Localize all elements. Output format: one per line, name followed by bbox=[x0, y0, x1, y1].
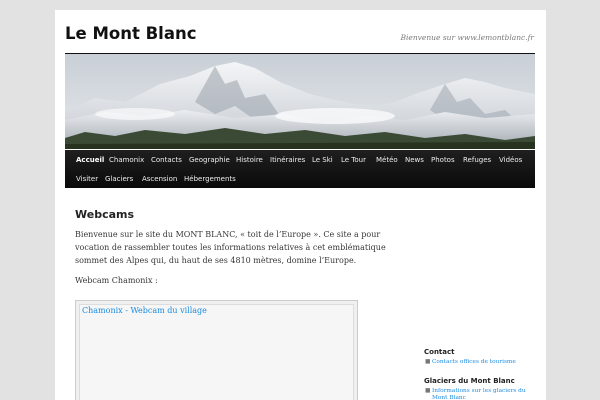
nav-item-histoire[interactable]: Histoire bbox=[236, 156, 263, 165]
widget-glaciers: Glaciers du Mont Blanc ■ Informations sur… bbox=[424, 377, 539, 400]
widget-title-glaciers: Glaciers du Mont Blanc bbox=[424, 377, 515, 385]
nav-item-glaciers[interactable]: Glaciers bbox=[105, 175, 133, 184]
nav-item-ascension[interactable]: Ascension bbox=[142, 175, 177, 184]
widget-title-contact: Contact bbox=[424, 348, 455, 356]
nav-item-photos[interactable]: Photos bbox=[431, 156, 455, 165]
nav-item-chamonix[interactable]: Chamonix bbox=[109, 156, 144, 165]
widget-link-label[interactable]: Contacts offices de tourisme bbox=[432, 359, 516, 365]
bullet-icon: ■ bbox=[425, 359, 431, 365]
nav-item-videos[interactable]: Vidéos bbox=[499, 156, 522, 165]
nav-item-news[interactable]: News bbox=[405, 156, 424, 165]
nav-item-le-tour[interactable]: Le Tour bbox=[341, 156, 366, 165]
header-banner-image bbox=[65, 53, 535, 149]
widget-contact: Contact ■ Contacts offices de tourisme bbox=[424, 348, 539, 366]
nav-item-visiter[interactable]: Visiter bbox=[76, 175, 98, 184]
site-description: Bienvenue sur www.lemontblanc.fr bbox=[400, 33, 535, 42]
widget-link-label[interactable]: Informations sur les glaciers du Mont Bl… bbox=[432, 388, 526, 400]
intro-paragraph: Bienvenue sur le site du MONT BLANC, « t… bbox=[75, 230, 386, 265]
webcam-embed-frame: Chamonix - Webcam du village bbox=[75, 300, 358, 400]
site-title[interactable]: Le Mont Blanc bbox=[65, 24, 196, 43]
nav-item-contacts[interactable]: Contacts bbox=[151, 156, 182, 165]
bullet-icon: ■ bbox=[425, 388, 431, 394]
page-container: Le Mont Blanc Bienvenue sur www.lemontbl… bbox=[55, 10, 546, 400]
webcam-label: Webcam Chamonix : bbox=[75, 276, 158, 285]
main-content: Webcams Bienvenue sur le site du MONT BL… bbox=[75, 208, 395, 400]
nav-item-refuges[interactable]: Refuges bbox=[463, 156, 491, 165]
page-title: Webcams bbox=[75, 208, 135, 221]
nav-item-geographie[interactable]: Geographie bbox=[189, 156, 230, 165]
nav-item-hebergements[interactable]: Hébergements bbox=[184, 175, 236, 184]
nav-item-itineraires[interactable]: Itinéraires bbox=[270, 156, 305, 165]
nav-item-le-ski[interactable]: Le Ski bbox=[312, 156, 333, 165]
webcam-embed-inner: Chamonix - Webcam du village bbox=[79, 304, 354, 400]
widget-link-contacts-offices[interactable]: ■ Contacts offices de tourisme bbox=[424, 359, 539, 366]
main-navigation: Accueil Chamonix Contacts Geographie His… bbox=[65, 150, 535, 188]
sidebar: Contact ■ Contacts offices de tourisme Gl… bbox=[424, 348, 539, 400]
nav-item-accueil[interactable]: Accueil bbox=[76, 156, 104, 165]
nav-item-meteo[interactable]: Météo bbox=[376, 156, 398, 165]
widget-link-glaciers-info[interactable]: ■ Informations sur les glaciers du Mont B… bbox=[424, 388, 539, 400]
webcam-link[interactable]: Chamonix - Webcam du village bbox=[82, 306, 207, 315]
